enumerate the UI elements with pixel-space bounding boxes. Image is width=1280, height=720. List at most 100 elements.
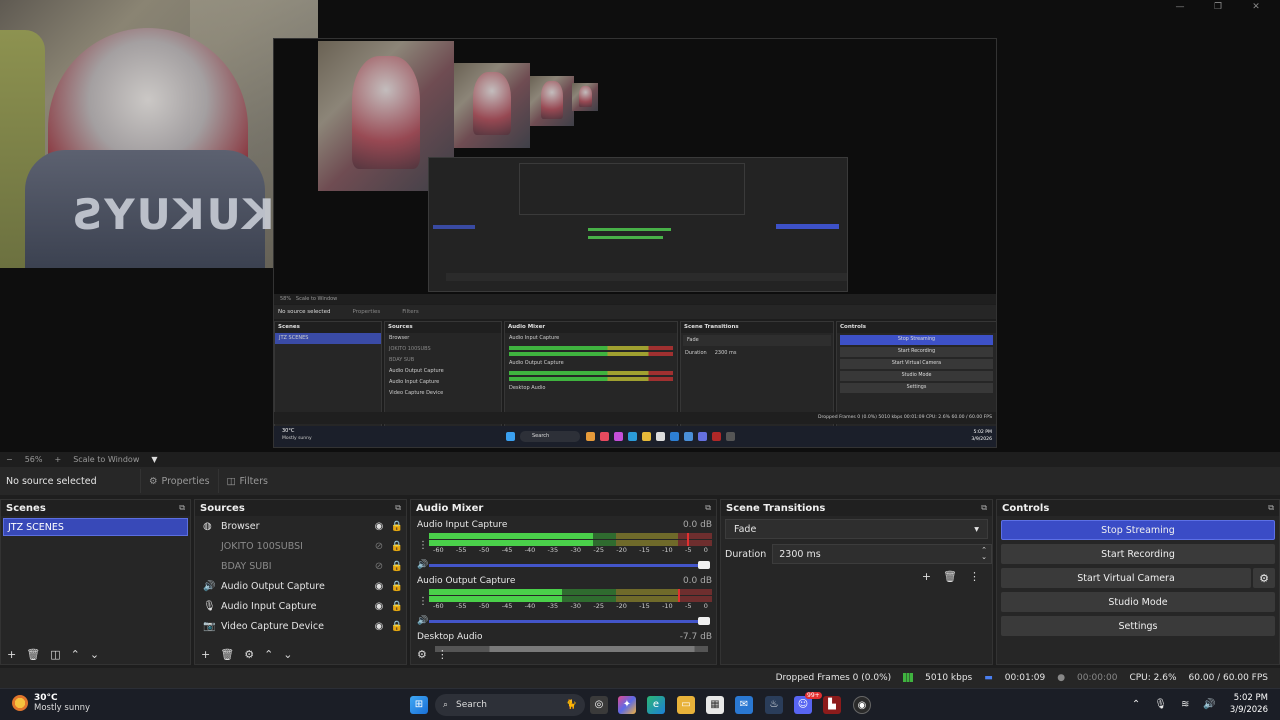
eye-icon[interactable]: ◉ — [370, 521, 388, 532]
more-icon[interactable]: ⋮ — [969, 570, 980, 583]
edge-icon[interactable]: e — [647, 696, 665, 714]
gear-icon[interactable]: ⚙ — [244, 648, 254, 661]
source-item-video-capture[interactable]: 📷 Video Capture Device ◉ 🔒 — [195, 616, 406, 636]
nested-mixer-channel: Desktop Audio — [509, 385, 546, 391]
app-icon[interactable]: ▙ — [823, 696, 841, 714]
undock-icon[interactable]: ⧉ — [981, 503, 987, 513]
lock-icon[interactable]: 🔒 — [388, 561, 406, 572]
nested-duration-label: Duration — [685, 350, 707, 356]
stop-streaming-button[interactable]: Stop Streaming — [1001, 520, 1275, 540]
steam-icon[interactable]: ♨ — [765, 696, 783, 714]
windows-start-icon[interactable]: ⊞ — [410, 696, 428, 714]
close-button[interactable]: ✕ — [1250, 2, 1262, 12]
lock-icon[interactable]: 🔒 — [388, 521, 406, 532]
chrome-icon[interactable]: ◎ — [590, 696, 608, 714]
clock[interactable]: 5:02 PM 3/9/2026 — [1230, 692, 1268, 716]
move-down-button[interactable]: ⌄ — [90, 648, 99, 661]
wifi-icon[interactable]: ≋ — [1181, 699, 1189, 710]
eye-icon[interactable]: ◉ — [370, 601, 388, 612]
scale-to-window[interactable]: Scale to Window — [73, 455, 139, 464]
nested-btn: Stop Streaming — [840, 335, 993, 345]
trash-icon[interactable]: 🗑 — [26, 648, 40, 661]
nested-zoom: 58% — [280, 296, 292, 302]
controls-title: Controls — [1002, 502, 1050, 514]
nested-scenes-title: Scenes — [275, 322, 381, 333]
file-explorer-icon[interactable]: ▭ — [677, 696, 695, 714]
move-up-button[interactable]: ⌃ — [71, 648, 80, 661]
meter-ticks: -60 -55 -50 -45 -40 -35 -30 -25 -20 -15 -10 -5 0 — [433, 546, 708, 554]
more-icon[interactable]: ⋮ — [417, 540, 429, 551]
store-icon[interactable]: ▦ — [706, 696, 724, 714]
undock-icon[interactable]: ⧉ — [179, 503, 185, 513]
nested-btn: Studio Mode — [840, 371, 993, 381]
nested-mixer-channel: Audio Output Capture — [509, 360, 564, 366]
minimize-button[interactable]: — — [1174, 2, 1186, 12]
advanced-audio-icon[interactable]: ⚙ — [417, 648, 427, 661]
move-down-button[interactable]: ⌄ — [283, 648, 292, 661]
properties-button[interactable]: ⚙ Properties — [140, 469, 218, 493]
source-item-browser[interactable]: ◍ Browser ◉ 🔒 — [195, 516, 406, 536]
lock-icon[interactable]: 🔒 — [388, 621, 406, 632]
volume-slider[interactable] — [429, 560, 710, 569]
scene-filters-icon[interactable]: ◫ — [50, 648, 60, 661]
channel-name: Audio Output Capture — [417, 576, 516, 586]
windows-taskbar: 30°C Mostly sunny ⊞ ⌕ Search 🐈 ◎ ✦ e ▭ ▦… — [0, 688, 1280, 720]
volume-icon[interactable]: 🔊 — [1203, 699, 1215, 710]
filters-button[interactable]: ◫ Filters — [217, 469, 276, 493]
maximize-button[interactable]: ❐ — [1212, 2, 1224, 12]
source-item-audio-output[interactable]: 🔊 Audio Output Capture ◉ 🔒 — [195, 576, 406, 596]
eye-icon[interactable]: ◉ — [370, 621, 388, 632]
transition-select[interactable]: Fade ▾ — [725, 519, 988, 539]
preview-canvas[interactable]: KUKUYS 58% Scale to Window No source sel… — [0, 0, 1280, 452]
spin-arrows-icon[interactable]: ⌃ ⌄ — [981, 547, 987, 561]
chevron-up-icon[interactable]: ⌃ — [1132, 699, 1140, 710]
trash-icon[interactable]: 🗑 — [943, 570, 957, 583]
eye-icon[interactable]: ◉ — [370, 581, 388, 592]
lock-icon[interactable]: 🔒 — [388, 601, 406, 612]
duration-input[interactable]: 2300 ms ⌃ ⌄ — [772, 544, 992, 564]
start-recording-button[interactable]: Start Recording — [1001, 544, 1275, 564]
channel-db: -7.7 dB — [679, 632, 712, 642]
move-up-button[interactable]: ⌃ — [264, 648, 273, 661]
clock-time: 5:02 PM — [1233, 693, 1268, 703]
mail-icon[interactable]: ✉ — [735, 696, 753, 714]
zoom-in-button[interactable]: + — [54, 455, 61, 464]
speaker-icon[interactable]: 🔊 — [417, 616, 429, 626]
scene-item-jtz[interactable]: JTZ SCENES — [3, 518, 188, 536]
more-icon[interactable]: ⋮ — [417, 596, 429, 607]
zoom-out-button[interactable]: − — [6, 455, 13, 464]
nested-btn: Settings — [840, 383, 993, 393]
add-source-button[interactable]: + — [201, 648, 210, 661]
more-icon[interactable]: ⋮ — [437, 648, 448, 661]
lock-icon[interactable]: 🔒 — [388, 581, 406, 592]
taskbar-search[interactable]: ⌕ Search 🐈 — [435, 694, 585, 716]
source-label: Audio Input Capture — [221, 600, 317, 612]
add-scene-button[interactable]: + — [7, 648, 16, 661]
preview-zoom-bar: − 56% + Scale to Window ▼ — [0, 452, 1280, 466]
volume-slider[interactable] — [429, 616, 710, 625]
lock-icon[interactable]: 🔒 — [388, 541, 406, 552]
source-item-audio-input[interactable]: 🎙 Audio Input Capture ◉ 🔒 — [195, 596, 406, 616]
microphone-icon[interactable]: 🎙 — [1154, 699, 1167, 710]
audio-mixer-dock: Audio Mixer ⧉ Audio Input Capture 0.0 dB… — [410, 499, 717, 665]
copilot-icon[interactable]: ✦ — [618, 696, 636, 714]
undock-icon[interactable]: ⧉ — [1268, 503, 1274, 513]
gear-icon[interactable]: ⚙ — [1253, 568, 1275, 588]
settings-button[interactable]: Settings — [1001, 616, 1275, 636]
eye-hidden-icon[interactable]: ⊘ — [370, 541, 388, 552]
obs-icon[interactable]: ◉ — [853, 696, 871, 714]
source-item-bday[interactable]: BDAY SUBI ⊘ 🔒 — [195, 556, 406, 576]
weather-widget[interactable]: 30°C Mostly sunny — [12, 693, 90, 713]
undock-icon[interactable]: ⧉ — [705, 503, 711, 513]
studio-mode-button[interactable]: Studio Mode — [1001, 592, 1275, 612]
undock-icon[interactable]: ⧉ — [395, 503, 401, 513]
eye-hidden-icon[interactable]: ⊘ — [370, 561, 388, 572]
volume-meter: -60 -55 -50 -45 -40 -35 -30 -25 -20 -15 -10 -5 0 — [429, 589, 712, 613]
start-virtual-camera-button[interactable]: Start Virtual Camera — [1001, 568, 1251, 588]
add-transition-button[interactable]: + — [922, 570, 931, 583]
scale-dropdown-icon[interactable]: ▼ — [151, 455, 157, 464]
nested-fade: Fade — [683, 335, 831, 346]
source-item-jokito[interactable]: JOKITO 100SUBSI ⊘ 🔒 — [195, 536, 406, 556]
trash-icon[interactable]: 🗑 — [220, 648, 234, 661]
speaker-icon[interactable]: 🔊 — [417, 560, 429, 570]
